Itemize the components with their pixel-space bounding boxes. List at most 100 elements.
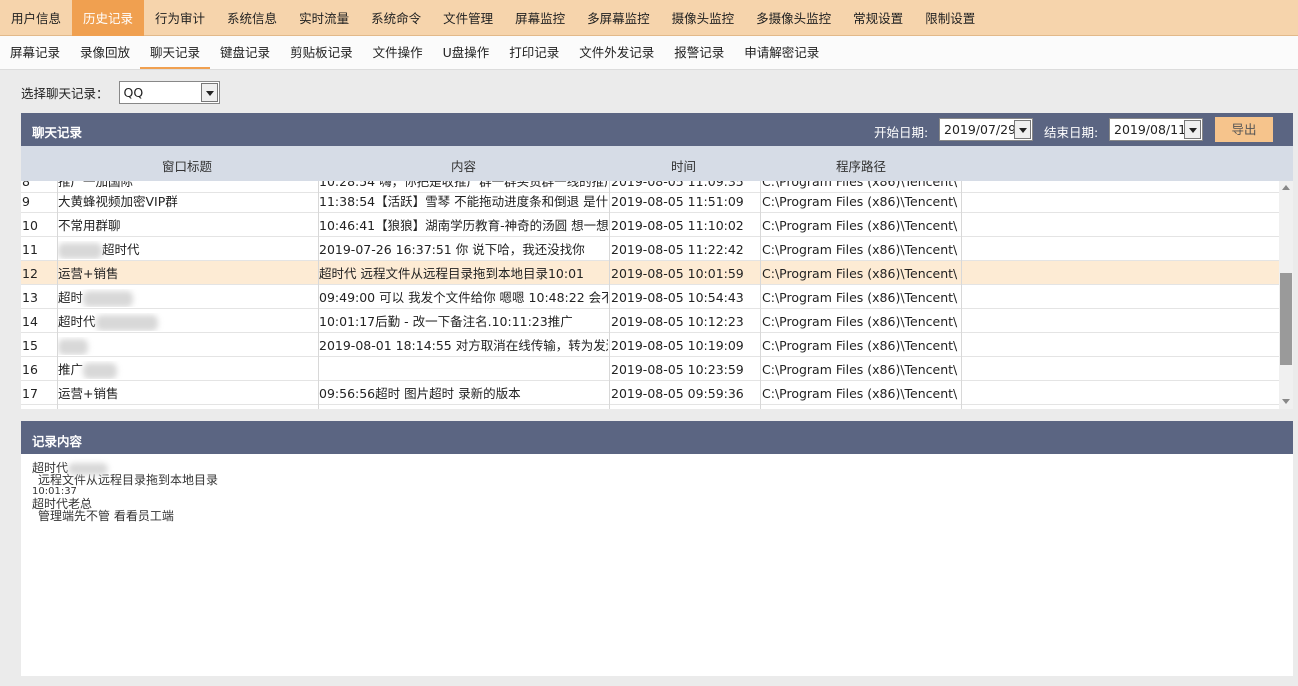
table-vertical-scrollbar[interactable] xyxy=(1279,181,1293,409)
top-menu-file-manager[interactable]: 文件管理 xyxy=(432,0,504,36)
row-content: 09:49:00 可以 我发个文件给你 嗯嗯 10:48:22 会不 xyxy=(319,290,608,305)
table-row[interactable]: 15 2019-08-01 18:14:55 对方取消在线传输，转为发送 201… xyxy=(21,333,1279,357)
tab-chat-record[interactable]: 聊天记录 xyxy=(140,36,211,69)
row-content: 09:56:56超时 图片超时 录新的版本 xyxy=(319,386,521,401)
row-window-title: 大黄蜂视频加密VIP群 xyxy=(58,194,178,209)
row-program-path: C:\Program Files (x86)\Tencent\ xyxy=(762,386,958,401)
row-time: 2019-08-05 10:23:59 xyxy=(611,362,744,377)
row-content: 2019-07-26 16:37:51 你 说下哈，我还没找你 xyxy=(319,242,585,257)
column-header-content[interactable]: 内容 xyxy=(451,156,476,175)
column-divider xyxy=(609,181,610,409)
row-content: 10:01:17后勤 - 改一下备注名.10:11:23推广 xyxy=(319,314,573,329)
column-divider xyxy=(57,181,58,409)
row-content: 11:38:54【活跃】雪琴 不能拖动进度条和倒退 是什么 xyxy=(319,194,608,209)
tab-print-record[interactable]: 打印记录 xyxy=(499,36,569,69)
scroll-up-icon[interactable] xyxy=(1281,183,1291,193)
row-number: 15 xyxy=(22,338,38,353)
row-window-title: 运营+销售 xyxy=(58,266,119,281)
record-line: 10:01:37 xyxy=(32,486,77,497)
top-menu-general-settings[interactable]: 常规设置 xyxy=(842,0,914,36)
top-menu-multi-camera-monitor[interactable]: 多摄像头监控 xyxy=(745,0,842,36)
table-body: 8 推广一加国际 10:28:54 嗨，你把是收推广群一群买货群一线的推广 20… xyxy=(21,181,1279,409)
table-row[interactable]: 11 超时代 2019-07-26 16:37:51 你 说下哈，我还没找你 2… xyxy=(21,237,1279,261)
chat-type-dropdown[interactable]: QQ xyxy=(118,80,220,104)
table-row[interactable]: 16 推广 2019-08-05 10:23:59 C:\Program Fil… xyxy=(21,357,1279,381)
top-menu-system-command[interactable]: 系统命令 xyxy=(360,0,432,36)
table-row[interactable]: 10 不常用群聊 10:46:41【狼狼】湖南学历教育-神奇的汤圆 想一想嘉 2… xyxy=(21,213,1279,237)
row-window-title-cell: 推广 xyxy=(58,361,316,379)
row-program-path: C:\Program Files (x86)\Tencent\ xyxy=(762,266,958,281)
top-menu-behavior-audit[interactable]: 行为审计 xyxy=(144,0,216,36)
start-date-value: 2019/07/29 xyxy=(944,122,1017,137)
tab-usb-operation[interactable]: U盘操作 xyxy=(433,36,500,69)
start-date-picker[interactable]: 2019/07/29 xyxy=(939,118,1033,141)
end-date-value: 2019/08/11 xyxy=(1114,122,1187,137)
top-menu-camera-monitor[interactable]: 摄像头监控 xyxy=(661,0,746,36)
row-program-path: C:\Program Files (x86)\Tencent\ xyxy=(762,194,958,209)
row-time: 2019-08-05 10:12:23 xyxy=(611,314,744,329)
column-header-program-path[interactable]: 程序路径 xyxy=(836,156,886,175)
row-program-path: C:\Program Files (x86)\Tencent\ xyxy=(762,314,958,329)
end-date-picker[interactable]: 2019/08/11 xyxy=(1109,118,1203,141)
export-button[interactable]: 导出 xyxy=(1215,117,1273,142)
top-menu-user-info[interactable]: 用户信息 xyxy=(0,0,72,36)
row-number: 10 xyxy=(22,218,38,233)
tab-screen-record[interactable]: 屏幕记录 xyxy=(0,36,70,69)
tab-video-playback[interactable]: 录像回放 xyxy=(70,36,140,69)
end-date-label: 结束日期: xyxy=(1044,125,1099,140)
column-header-time[interactable]: 时间 xyxy=(671,156,696,175)
row-time: 2019-08-05 11:51:09 xyxy=(611,194,744,209)
row-content: 10:46:41【狼狼】湖南学历教育-神奇的汤圆 想一想嘉 xyxy=(319,218,608,233)
chevron-down-icon[interactable] xyxy=(1184,120,1201,139)
top-menu-history[interactable]: 历史记录 xyxy=(72,0,145,36)
record-line: 远程文件从远程目录拖到本地目录 xyxy=(38,473,219,487)
row-window-title: 运营+销售 xyxy=(58,386,119,401)
row-program-path: C:\Program Files (x86)\Tencent\ xyxy=(762,218,958,233)
top-menu-multi-screen-monitor[interactable]: 多屏幕监控 xyxy=(576,0,661,36)
row-program-path: C:\Program Files (x86)\Tencent\ xyxy=(762,290,958,305)
chevron-down-icon[interactable] xyxy=(200,82,218,102)
redacted-mark xyxy=(58,338,88,355)
tab-file-operation[interactable]: 文件操作 xyxy=(363,36,433,69)
chat-type-value: QQ xyxy=(123,84,144,100)
chat-type-label: 选择聊天记录： xyxy=(21,85,109,101)
row-program-path: C:\Program Files (x86)\Tencent\ xyxy=(762,362,958,377)
row-window-title: 不常用群聊 xyxy=(58,218,121,233)
top-menu-realtime-traffic[interactable]: 实时流量 xyxy=(288,0,360,36)
scrollbar-thumb[interactable] xyxy=(1280,273,1292,365)
row-number: 13 xyxy=(22,290,38,305)
top-menu-screen-monitor[interactable]: 屏幕监控 xyxy=(504,0,576,36)
table-row[interactable]: 9 大黄蜂视频加密VIP群 11:38:54【活跃】雪琴 不能拖动进度条和倒退 … xyxy=(21,189,1279,213)
top-menu-system-info[interactable]: 系统信息 xyxy=(216,0,288,36)
tab-alarm-record[interactable]: 报警记录 xyxy=(664,36,734,69)
redacted-mark xyxy=(95,314,158,331)
tab-decrypt-request-record[interactable]: 申请解密记录 xyxy=(734,36,829,69)
redacted-mark xyxy=(83,290,134,307)
table-header: 窗口标题 内容 时间 程序路径 xyxy=(21,146,1293,181)
chat-record-header: 聊天记录 开始日期: 2019/07/29 结束日期: 2019/08/11 导… xyxy=(21,113,1293,146)
table-row[interactable]: 17 运营+销售 09:56:56超时 图片超时 录新的版本 2019-08-0… xyxy=(21,381,1279,405)
row-number: 14 xyxy=(22,314,38,329)
column-header-window-title[interactable]: 窗口标题 xyxy=(162,156,212,175)
row-time: 2019-08-05 11:10:02 xyxy=(611,218,744,233)
scroll-down-icon[interactable] xyxy=(1281,396,1291,406)
chat-record-table: 窗口标题 内容 时间 程序路径 8 推广一加国际 10:28:54 嗨，你把是收… xyxy=(21,146,1293,409)
tab-keyboard-record[interactable]: 键盘记录 xyxy=(210,36,280,69)
chat-record-title: 聊天记录 xyxy=(32,125,83,140)
table-row[interactable]: 12 运营+销售 超时代 远程文件从远程目录拖到本地目录10:01 2019-0… xyxy=(21,261,1279,285)
chevron-down-icon[interactable] xyxy=(1014,120,1031,139)
top-menu-restriction-settings[interactable]: 限制设置 xyxy=(914,0,986,36)
tab-file-outgoing-record[interactable]: 文件外发记录 xyxy=(569,36,664,69)
row-content: 2019-08-01 18:14:55 对方取消在线传输，转为发送 xyxy=(319,338,608,353)
record-content-title: 记录内容 xyxy=(32,434,83,449)
row-number: 11 xyxy=(22,242,38,257)
row-time: 2019-08-05 10:01:59 xyxy=(611,266,744,281)
record-line: 超时代 xyxy=(32,462,1282,475)
table-row[interactable]: 13 超时 09:49:00 可以 我发个文件给你 嗯嗯 10:48:22 会不… xyxy=(21,285,1279,309)
record-content-body: 超时代 远程文件从远程目录拖到本地目录 10:01:37 超时代老总 管理端先不… xyxy=(21,454,1293,676)
row-window-title-cell: 超时代 xyxy=(58,241,316,259)
row-time: 2019-08-05 11:22:42 xyxy=(611,242,744,257)
redacted-mark xyxy=(58,242,102,259)
tab-clipboard-record[interactable]: 剪贴板记录 xyxy=(280,36,363,69)
table-row[interactable]: 14 超时代 10:01:17后勤 - 改一下备注名.10:11:23推广 20… xyxy=(21,309,1279,333)
